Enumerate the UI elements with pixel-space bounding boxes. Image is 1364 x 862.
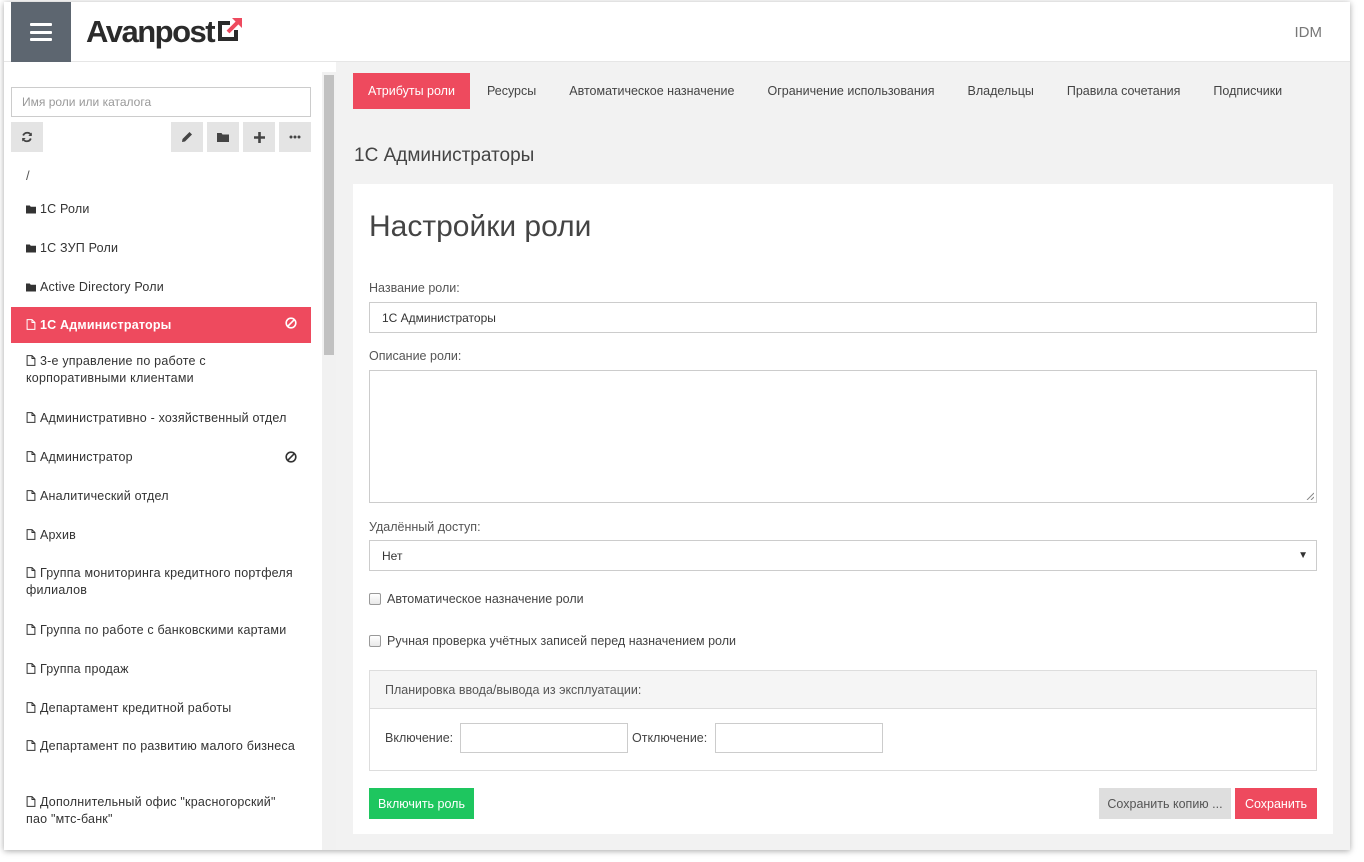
role-description-textarea[interactable] — [369, 370, 1317, 503]
disable-date-input[interactable] — [715, 723, 883, 753]
enable-role-button[interactable]: Включить роль — [369, 788, 474, 819]
pencil-icon — [182, 132, 192, 142]
enable-date-input[interactable] — [460, 723, 628, 753]
ban-icon — [285, 317, 297, 329]
tree-item[interactable]: Административно - хозяйственный отдел — [11, 399, 311, 438]
disable-date-label: Отключение: — [632, 731, 708, 745]
file-icon — [26, 663, 36, 674]
main-content: Атрибуты роли Ресурсы Автоматическое наз… — [336, 62, 1350, 850]
role-description-label: Описание роли: — [369, 349, 462, 363]
scrollbar-thumb[interactable] — [324, 75, 334, 355]
tree-item[interactable]: Департамент по развитию малого бизнеса — [11, 728, 311, 784]
tree-item[interactable]: 1С ЗУП Роли — [11, 229, 311, 268]
tab-bar: Атрибуты роли Ресурсы Автоматическое наз… — [353, 73, 1299, 109]
save-copy-button[interactable]: Сохранить копию ... — [1099, 788, 1231, 819]
folder-icon — [26, 283, 36, 292]
save-button[interactable]: Сохранить — [1235, 788, 1317, 819]
tree-item[interactable]: Департамент кредитной работы — [11, 689, 311, 728]
tree-item[interactable]: Active Directory Роли — [11, 268, 311, 307]
checkbox-box[interactable] — [369, 635, 381, 647]
sidebar-scrollbar[interactable] — [322, 72, 336, 850]
more-button[interactable] — [279, 122, 311, 152]
schedule-panel-body: Включение: Отключение: — [370, 709, 1316, 771]
file-icon — [26, 796, 36, 807]
tab-usage-restriction[interactable]: Ограничение использования — [752, 73, 951, 109]
role-name-input[interactable]: 1С Администраторы — [369, 302, 1317, 333]
refresh-icon — [22, 131, 32, 143]
tree-item[interactable]: Группа по работе с банковскими картами — [11, 611, 311, 650]
enable-date-label: Включение: — [385, 731, 454, 745]
add-role-button[interactable] — [243, 122, 275, 152]
tab-subscribers[interactable]: Подписчики — [1197, 73, 1298, 109]
folder-icon — [26, 244, 36, 253]
logo-text: Avanpost — [86, 14, 216, 49]
role-tree: / 1С Роли 1С ЗУП Роли Active Directory Р… — [11, 160, 311, 840]
tree-item[interactable]: Администратор — [11, 438, 311, 477]
role-heading: 1С Администраторы — [354, 145, 535, 166]
tab-resources[interactable]: Ресурсы — [471, 73, 552, 109]
schedule-panel: Планировка ввода/вывода из эксплуатации:… — [369, 670, 1317, 771]
tab-owners[interactable]: Владельцы — [951, 73, 1049, 109]
app-label: IDM — [1294, 24, 1323, 41]
role-settings-card: Настройки роли Название роли: 1С Админис… — [353, 184, 1333, 834]
file-icon — [26, 529, 36, 540]
tree-item[interactable]: Аналитический отдел — [11, 477, 311, 516]
tree-item[interactable]: Группа продаж — [11, 650, 311, 689]
file-icon — [26, 490, 36, 501]
hamburger-icon — [30, 23, 52, 41]
file-icon — [26, 355, 36, 366]
auto-assign-checkbox[interactable]: Автоматическое назначение роли — [369, 592, 584, 606]
top-header: Avanpost IDM — [4, 2, 1350, 62]
tree-root[interactable]: / — [11, 160, 311, 190]
tree-item[interactable]: 1С Роли — [11, 190, 311, 229]
app-window: Avanpost IDM / — [4, 2, 1350, 850]
menu-button[interactable] — [11, 2, 71, 62]
role-name-value: 1С Администраторы — [382, 310, 496, 325]
remote-access-select[interactable]: Нет ▼ — [369, 540, 1317, 571]
tab-role-attributes[interactable]: Атрибуты роли — [353, 73, 470, 109]
manual-check-checkbox[interactable]: Ручная проверка учётных записей перед на… — [369, 634, 736, 648]
file-icon — [26, 740, 36, 751]
file-icon — [26, 319, 36, 330]
remote-access-label: Удалённый доступ: — [369, 520, 481, 534]
tree-item[interactable]: Архив — [11, 516, 311, 555]
folder-icon — [26, 205, 36, 214]
logo: Avanpost — [86, 14, 244, 50]
caret-down-icon: ▼ — [1298, 550, 1308, 561]
folder-icon — [217, 132, 229, 142]
tab-auto-assignment[interactable]: Автоматическое назначение — [553, 73, 750, 109]
tree-item[interactable]: Дополнительный офис "красногорский" пао … — [11, 784, 311, 840]
role-search-input[interactable] — [11, 87, 311, 117]
file-icon — [26, 702, 36, 713]
file-icon — [26, 624, 36, 635]
role-name-label: Название роли: — [369, 281, 460, 295]
file-icon — [26, 451, 36, 462]
resize-handle-icon[interactable] — [1306, 492, 1314, 500]
sidebar: / 1С Роли 1С ЗУП Роли Active Directory Р… — [4, 72, 322, 850]
logo-mark-icon — [218, 17, 244, 41]
file-icon — [26, 567, 36, 578]
tree-item[interactable]: 3-е управление по работе с корпоративным… — [11, 343, 311, 399]
plus-icon — [253, 131, 265, 143]
edit-button[interactable] — [171, 122, 203, 152]
tree-item[interactable]: Группа мониторинга кредитного портфеля ф… — [11, 555, 311, 611]
ellipsis-icon — [289, 135, 301, 139]
ban-icon — [285, 451, 297, 463]
add-folder-button[interactable] — [207, 122, 239, 152]
schedule-panel-title: Планировка ввода/вывода из эксплуатации: — [370, 671, 1316, 709]
remote-access-value: Нет — [382, 548, 403, 563]
file-icon — [26, 412, 36, 423]
refresh-button[interactable] — [11, 122, 43, 152]
card-title: Настройки роли — [369, 210, 592, 243]
checkbox-box[interactable] — [369, 593, 381, 605]
tree-item-selected[interactable]: 1С Администраторы — [11, 307, 311, 343]
tab-combination-rules[interactable]: Правила сочетания — [1051, 73, 1197, 109]
